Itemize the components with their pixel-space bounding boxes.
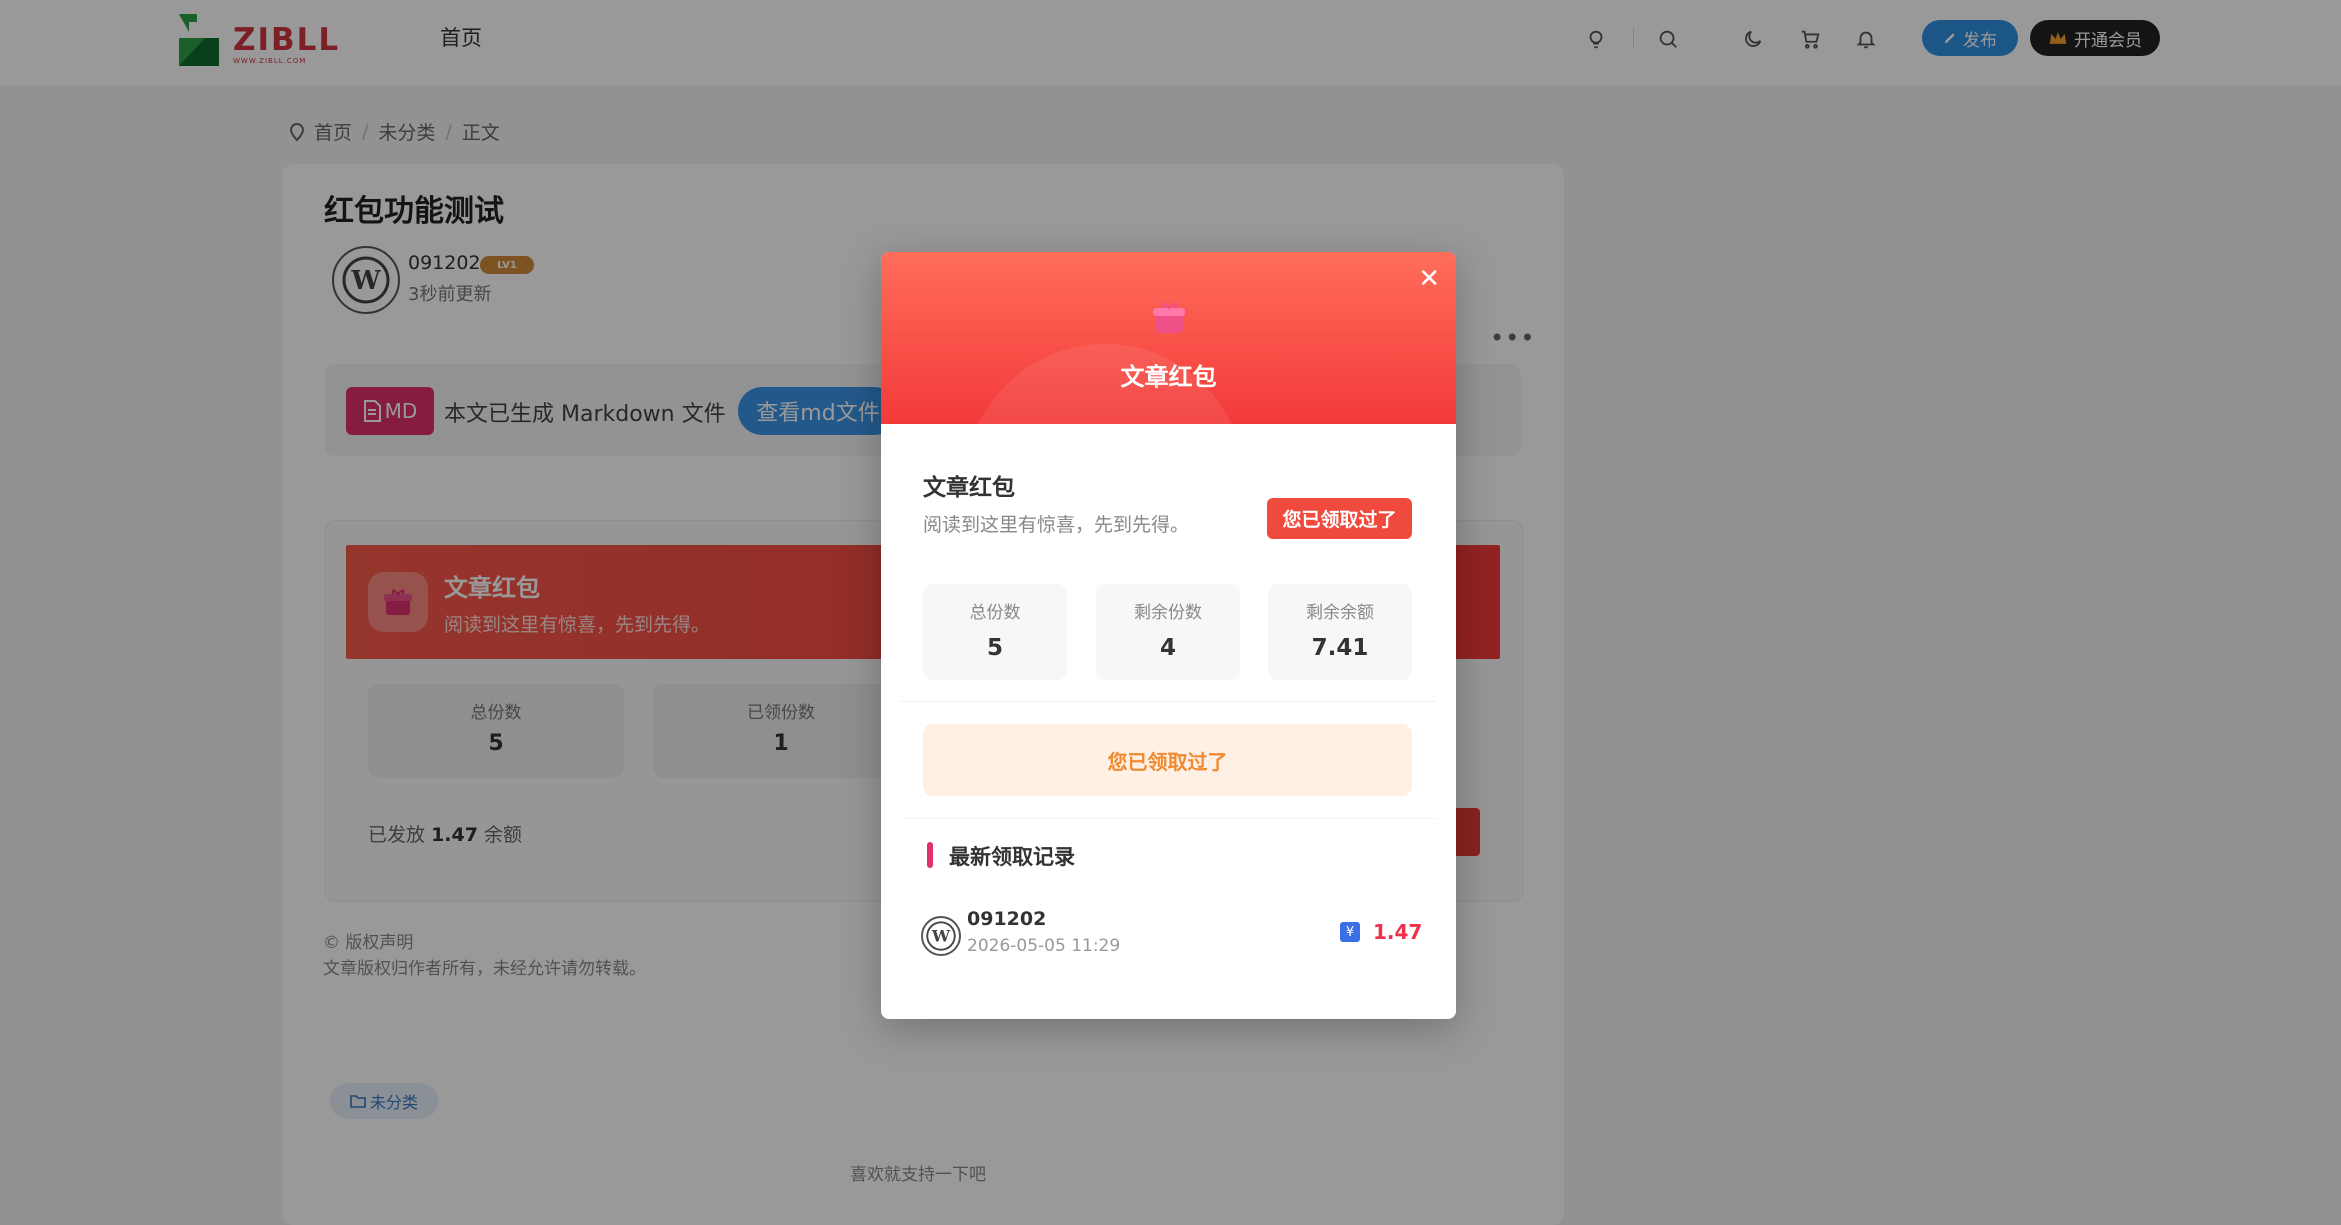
close-icon[interactable]: ✕	[1418, 266, 1440, 292]
stat-value: 7.41	[1311, 635, 1369, 661]
gift-icon	[1153, 302, 1185, 333]
stat-label: 剩余余额	[1306, 603, 1374, 623]
stat-remaining-balance: 剩余余额 7.41	[1268, 584, 1412, 680]
page: ZIBLL WWW.ZIBLL.COM 首页 发布 开通会员 首页 / 未分类 …	[0, 0, 2341, 1225]
yuan-coin-icon: ¥	[1340, 922, 1360, 942]
record-amount: 1.47	[1373, 920, 1423, 944]
stat-total-shares: 总份数 5	[923, 584, 1067, 680]
redpacket-modal: ✕ 文章红包 文章红包 阅读到这里有惊喜，先到先得。 您已领取过了 总份数 5 …	[881, 252, 1456, 1019]
record-time: 2026-05-05 11:29	[967, 936, 1121, 956]
modal-header-title: 文章红包	[1120, 363, 1217, 391]
section-accent-bar	[927, 842, 933, 868]
record-name[interactable]: 091202	[967, 908, 1046, 930]
modal-title: 文章红包	[923, 475, 1015, 501]
divider	[901, 701, 1436, 702]
svg-text:W: W	[931, 927, 951, 946]
modal-desc: 阅读到这里有惊喜，先到先得。	[923, 514, 1190, 536]
claimed-badge: 您已领取过了	[1267, 498, 1412, 539]
records-title: 最新领取记录	[949, 845, 1075, 869]
stat-value: 4	[1159, 635, 1176, 661]
claimed-button[interactable]: 您已领取过了	[923, 724, 1412, 796]
stat-label: 总份数	[969, 603, 1021, 623]
stat-label: 剩余份数	[1134, 603, 1202, 623]
record-avatar[interactable]: W	[921, 916, 961, 956]
stat-remaining-shares: 剩余份数 4	[1096, 584, 1240, 680]
divider	[901, 818, 1436, 819]
modal-header: ✕ 文章红包	[881, 252, 1456, 424]
stat-value: 5	[986, 635, 1003, 661]
wordpress-logo-icon: W	[926, 921, 956, 951]
